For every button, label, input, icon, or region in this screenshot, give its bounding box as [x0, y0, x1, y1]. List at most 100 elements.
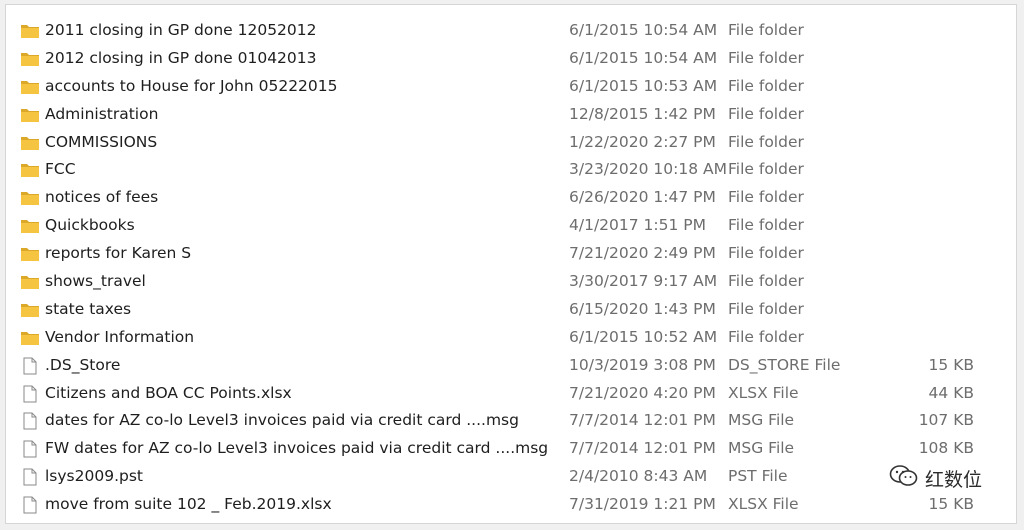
file-row[interactable]: FCC 3/23/2020 10:18 AM File folder [6, 156, 1016, 184]
file-type: MSG File [728, 439, 795, 458]
date-modified: 6/1/2015 10:54 AM [569, 48, 718, 67]
file-row[interactable]: 2011 closing in GP done 12052012 6/1/2015… [6, 17, 1016, 45]
date-modified: 12/8/2015 1:42 PM [569, 104, 716, 123]
date-modified: 7/7/2014 12:01 PM [569, 411, 716, 430]
file-row[interactable]: 2012 closing in GP done 01042013 6/1/2015… [6, 45, 1016, 73]
date-modified: 10/3/2019 3:08 PM [569, 355, 716, 374]
date-modified: 6/26/2020 1:47 PM [569, 188, 716, 207]
file-type: File folder [728, 104, 804, 123]
file-row[interactable]: state taxes 6/15/2020 1:43 PM File folder [6, 296, 1016, 324]
file-row[interactable]: notices of fees 6/26/2020 1:47 PM File fol… [6, 184, 1016, 212]
date-modified: 2/4/2010 8:43 AM [569, 467, 708, 486]
file-type: File folder [728, 244, 804, 263]
file-name: 2011 closing in GP done 12052012 [45, 21, 317, 39]
folder-icon [20, 301, 40, 319]
date-modified: 3/23/2020 10:18 AM [569, 160, 727, 179]
file-name: Vendor Information [45, 327, 195, 346]
folder-icon [20, 245, 40, 263]
file-name: Quickbooks [45, 216, 135, 235]
file-row[interactable]: Citizens and BOA CC Points.xlsx 7/21/2020… [6, 380, 1016, 408]
file-name: lsys2009.pst [45, 467, 143, 486]
file-name: shows_travel [45, 272, 146, 291]
file-icon [20, 468, 40, 486]
date-modified: 7/7/2014 12:01 PM [569, 439, 716, 458]
file-size: 15 KB [928, 495, 974, 514]
folder-icon [20, 78, 40, 96]
file-type: MSG File [728, 411, 795, 430]
file-row[interactable]: Administration 12/8/2015 1:42 PM File fold… [6, 101, 1016, 129]
file-name: accounts to House for John 05222015 [45, 76, 338, 95]
file-explorer-list-view: 2011 closing in GP done 12052012 6/1/2015… [5, 4, 1017, 524]
file-row[interactable]: move from suite 102 _ Feb.2019.xlsx 7/31/… [6, 491, 1016, 519]
date-modified: 7/31/2019 1:21 PM [569, 495, 716, 514]
file-name: dates for AZ co-lo Level3 invoices paid … [45, 411, 519, 430]
date-modified: 1/22/2020 2:27 PM [569, 132, 716, 151]
file-size: 107 KB [918, 411, 974, 430]
folder-icon [20, 189, 40, 207]
watermark-text: 红数位 [924, 468, 982, 491]
file-row[interactable]: FW dates for AZ co-lo Level3 invoices pa… [6, 435, 1016, 463]
file-name: Citizens and BOA CC Points.xlsx [45, 383, 292, 402]
date-modified: 7/21/2020 2:49 PM [569, 244, 716, 263]
file-size: 44 KB [928, 383, 974, 402]
file-name: Administration [45, 104, 159, 123]
file-row[interactable]: Vendor Information 6/1/2015 10:52 AM File … [6, 324, 1016, 352]
file-type: File folder [728, 327, 804, 346]
date-modified: 6/1/2015 10:53 AM [569, 76, 718, 95]
file-type: File folder [728, 21, 804, 39]
file-row[interactable]: COMMISSIONS 1/22/2020 2:27 PM File folder [6, 129, 1016, 157]
date-modified: 7/21/2020 4:20 PM [569, 383, 716, 402]
date-modified: 6/1/2015 10:52 AM [569, 327, 718, 346]
folder-icon [20, 273, 40, 291]
file-name: COMMISSIONS [45, 132, 158, 151]
folder-icon [20, 106, 40, 124]
file-list: 2011 closing in GP done 12052012 6/1/2015… [6, 17, 1016, 519]
file-type: File folder [728, 132, 804, 151]
file-type: DS_STORE File [728, 355, 841, 374]
file-type: File folder [728, 299, 804, 318]
file-type: File folder [728, 272, 804, 291]
folder-icon [20, 22, 40, 40]
watermark: 红数位 [884, 463, 986, 493]
date-modified: 6/1/2015 10:54 AM [569, 21, 718, 39]
file-type: XLSX File [728, 495, 799, 514]
file-row[interactable]: shows_travel 3/30/2017 9:17 AM File folder [6, 268, 1016, 296]
file-row[interactable]: .DS_Store 10/3/2019 3:08 PM DS_STORE File 1… [6, 352, 1016, 380]
file-row[interactable]: accounts to House for John 05222015 6/1/2… [6, 73, 1016, 101]
file-size: 108 KB [918, 439, 974, 458]
file-type: XLSX File [728, 383, 799, 402]
file-icon [20, 440, 40, 458]
file-type: File folder [728, 76, 804, 95]
date-modified: 3/30/2017 9:17 AM [569, 272, 718, 291]
file-type: File folder [728, 188, 804, 207]
folder-icon [20, 50, 40, 68]
file-name: reports for Karen S [45, 244, 192, 263]
folder-icon [20, 217, 40, 235]
file-name: FW dates for AZ co-lo Level3 invoices pa… [45, 439, 549, 458]
file-name: .DS_Store [45, 355, 121, 374]
file-icon [20, 496, 40, 514]
file-name: FCC [45, 160, 76, 179]
file-row[interactable]: lsys2009.pst 2/4/2010 8:43 AM PST File [6, 463, 1016, 491]
file-row[interactable]: Quickbooks 4/1/2017 1:51 PM File folder [6, 212, 1016, 240]
file-type: File folder [728, 160, 804, 179]
date-modified: 6/15/2020 1:43 PM [569, 299, 716, 318]
file-name: 2012 closing in GP done 01042013 [45, 48, 317, 67]
folder-icon [20, 161, 40, 179]
file-icon [20, 357, 40, 375]
file-icon [20, 385, 40, 403]
folder-icon [20, 134, 40, 152]
file-icon [20, 412, 40, 430]
file-type: File folder [728, 216, 804, 235]
file-type: PST File [728, 467, 788, 486]
wechat-icon [889, 464, 919, 492]
file-type: File folder [728, 48, 804, 67]
folder-icon [20, 329, 40, 347]
file-name: state taxes [45, 299, 132, 318]
date-modified: 4/1/2017 1:51 PM [569, 216, 706, 235]
file-name: notices of fees [45, 188, 159, 207]
file-row[interactable]: reports for Karen S 7/21/2020 2:49 PM File… [6, 240, 1016, 268]
file-name: move from suite 102 _ Feb.2019.xlsx [45, 495, 332, 514]
file-size: 15 KB [928, 355, 974, 374]
file-row[interactable]: dates for AZ co-lo Level3 invoices paid … [6, 407, 1016, 435]
